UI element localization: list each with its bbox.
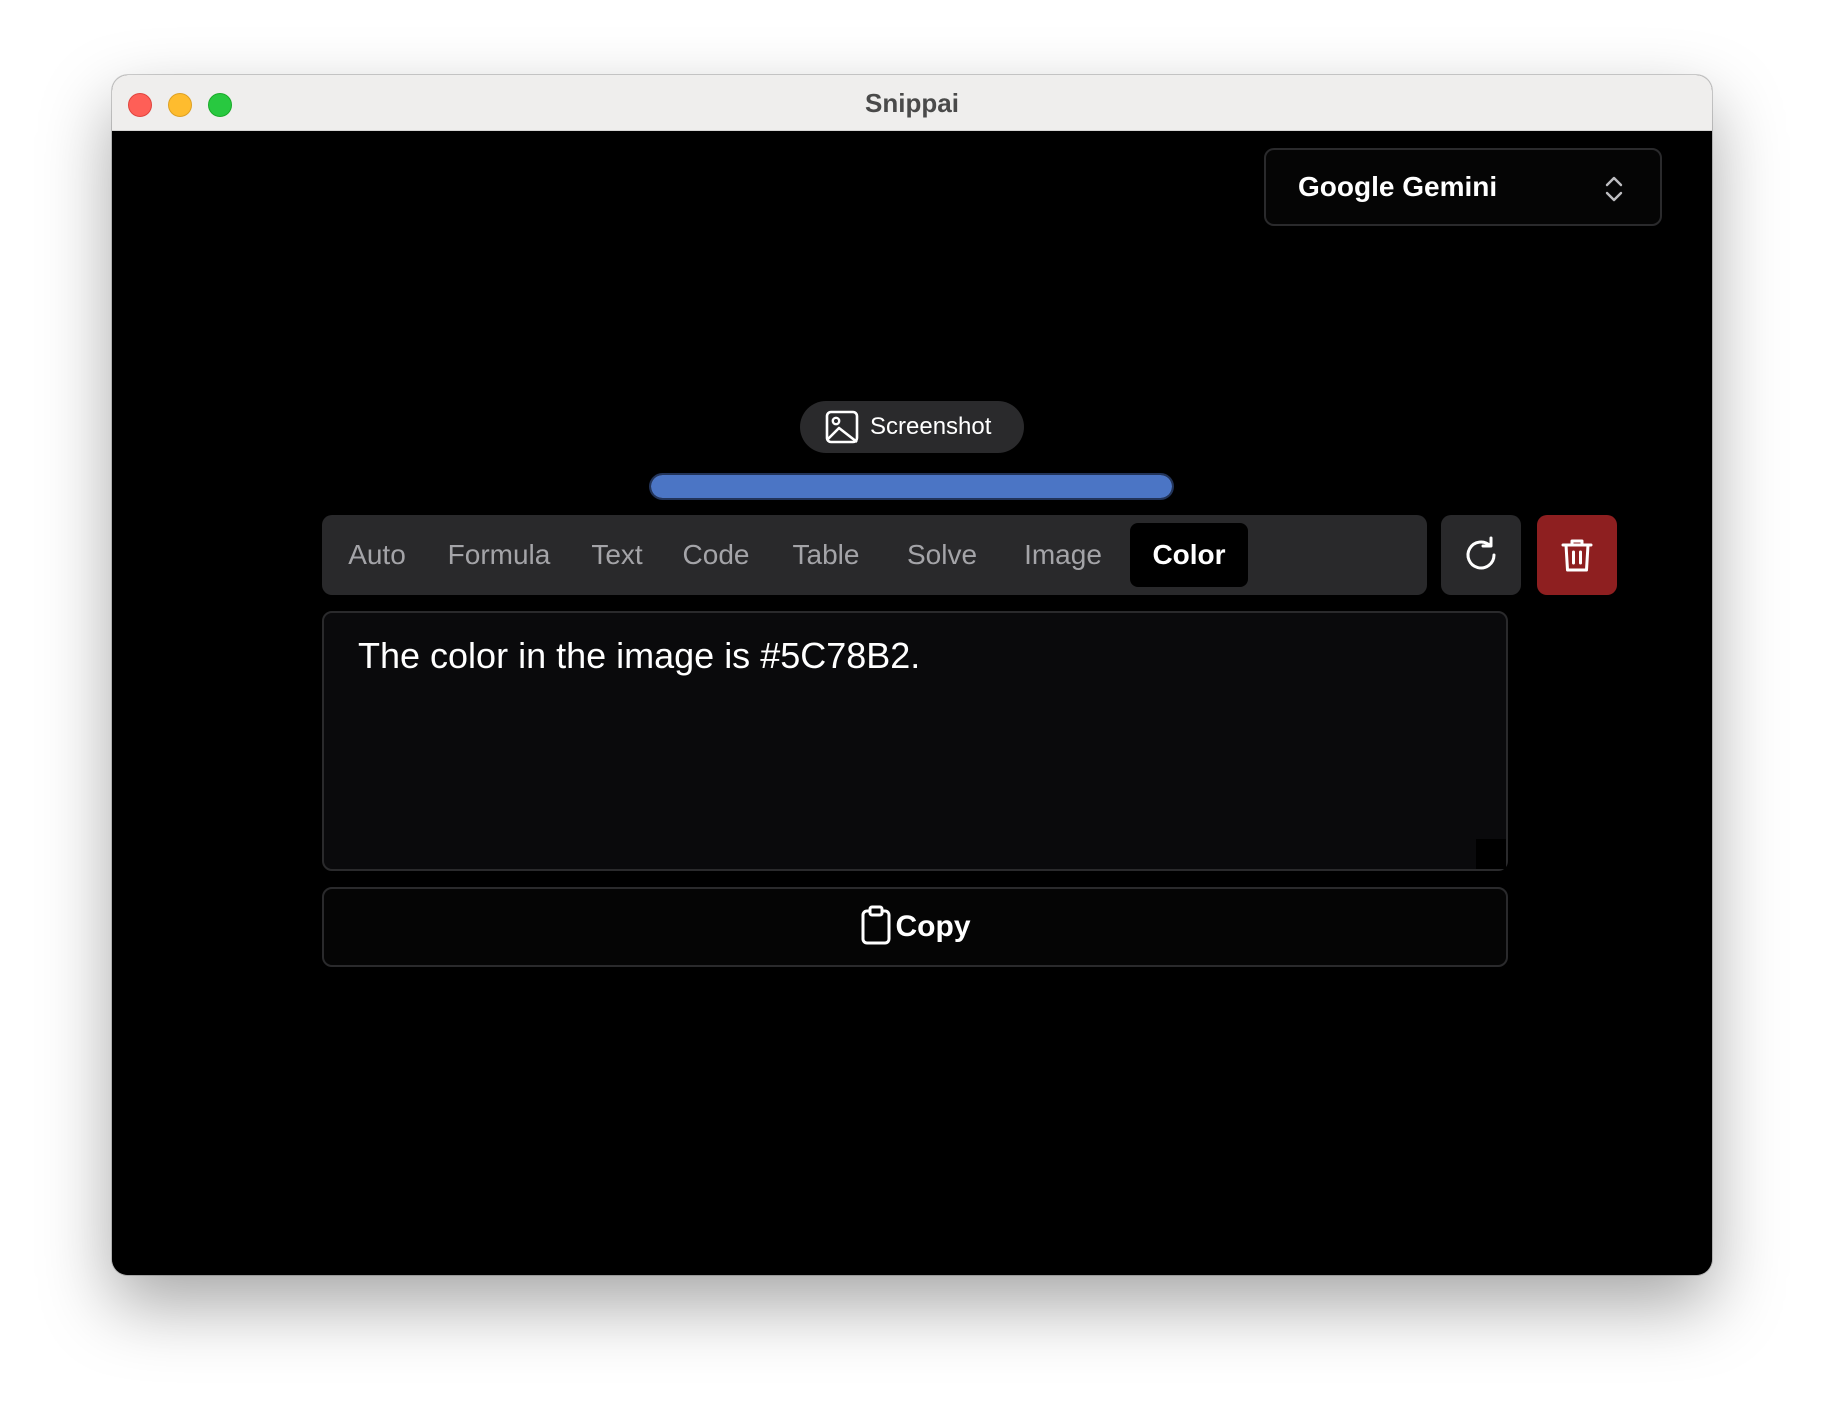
mode-tabs: Auto Formula Text Code Table Solve Image… bbox=[322, 515, 1427, 595]
tab-table[interactable]: Table bbox=[775, 523, 877, 587]
tab-text[interactable]: Text bbox=[577, 523, 657, 587]
title-bar: Snippai bbox=[112, 75, 1712, 131]
copy-button-content: Copy bbox=[324, 889, 1506, 965]
chevron-up-down-icon bbox=[1604, 174, 1624, 204]
delete-button[interactable] bbox=[1537, 515, 1617, 595]
result-textarea[interactable]: The color in the image is #5C78B2. bbox=[322, 611, 1508, 871]
clipboard-icon bbox=[860, 905, 892, 945]
result-text[interactable]: The color in the image is #5C78B2. bbox=[358, 635, 920, 677]
provider-selected-label: Google Gemini bbox=[1298, 150, 1497, 224]
trash-icon bbox=[1557, 535, 1597, 575]
refresh-button[interactable] bbox=[1441, 515, 1521, 595]
copy-button[interactable]: Copy bbox=[322, 887, 1508, 967]
tab-auto[interactable]: Auto bbox=[336, 523, 418, 587]
tab-color[interactable]: Color bbox=[1130, 523, 1248, 587]
screenshot-button[interactable]: Screenshot bbox=[800, 401, 1024, 453]
window-title: Snippai bbox=[112, 75, 1712, 131]
refresh-icon bbox=[1461, 535, 1501, 575]
app-window: Snippai Google Gemini Screenshot Auto Fo… bbox=[112, 75, 1712, 1275]
screenshot-label: Screenshot bbox=[870, 401, 991, 453]
main-content: Google Gemini Screenshot Auto Formula Te… bbox=[112, 131, 1712, 1275]
image-icon bbox=[824, 409, 860, 445]
progress-fill bbox=[651, 475, 1172, 498]
progress-bar bbox=[649, 473, 1174, 500]
copy-label: Copy bbox=[896, 910, 971, 943]
tab-code[interactable]: Code bbox=[669, 523, 763, 587]
tab-formula[interactable]: Formula bbox=[432, 523, 566, 587]
tab-image[interactable]: Image bbox=[1008, 523, 1118, 587]
provider-select[interactable]: Google Gemini bbox=[1264, 148, 1662, 226]
resize-handle[interactable] bbox=[1476, 839, 1506, 869]
tab-solve[interactable]: Solve bbox=[888, 523, 996, 587]
